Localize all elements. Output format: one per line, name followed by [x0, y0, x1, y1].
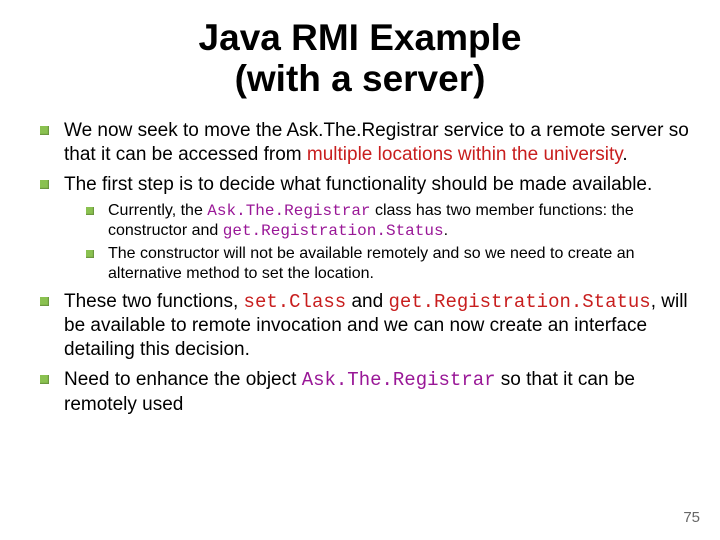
code-text: get.Registration.Status: [388, 291, 650, 313]
list-item: Need to enhance the object Ask.The.Regis…: [64, 368, 690, 417]
code-text: Ask.The.Registrar: [302, 369, 496, 391]
title-line-2: (with a server): [235, 58, 486, 99]
bullet-text: The first step is to decide what functio…: [64, 174, 652, 195]
list-item: The first step is to decide what functio…: [64, 173, 690, 284]
code-text: get.Registration.Status: [223, 222, 444, 240]
bullet-text: Currently, the: [108, 202, 207, 219]
code-text: Ask.The.Registrar: [207, 202, 370, 220]
list-item: These two functions, set.Class and get.R…: [64, 290, 690, 362]
code-text: set.Class: [244, 291, 347, 313]
highlight-text: multiple locations within the university: [307, 144, 622, 165]
slide: Java RMI Example (with a server) We now …: [0, 0, 720, 540]
page-number: 75: [683, 509, 700, 526]
bullet-list: We now seek to move the Ask.The.Registra…: [30, 119, 690, 416]
bullet-text: .: [622, 144, 627, 165]
list-item: We now seek to move the Ask.The.Registra…: [64, 119, 690, 167]
list-item: The constructor will not be available re…: [108, 244, 690, 284]
list-item: Currently, the Ask.The.Registrar class h…: [108, 201, 690, 241]
sub-list: Currently, the Ask.The.Registrar class h…: [64, 201, 690, 284]
bullet-text: and: [346, 291, 388, 312]
bullet-text: Need to enhance the object: [64, 369, 302, 390]
title-line-1: Java RMI Example: [199, 17, 522, 58]
bullet-text: The constructor will not be available re…: [108, 245, 635, 282]
bullet-text: These two functions,: [64, 291, 244, 312]
bullet-text: .: [444, 222, 448, 239]
slide-title: Java RMI Example (with a server): [30, 18, 690, 99]
